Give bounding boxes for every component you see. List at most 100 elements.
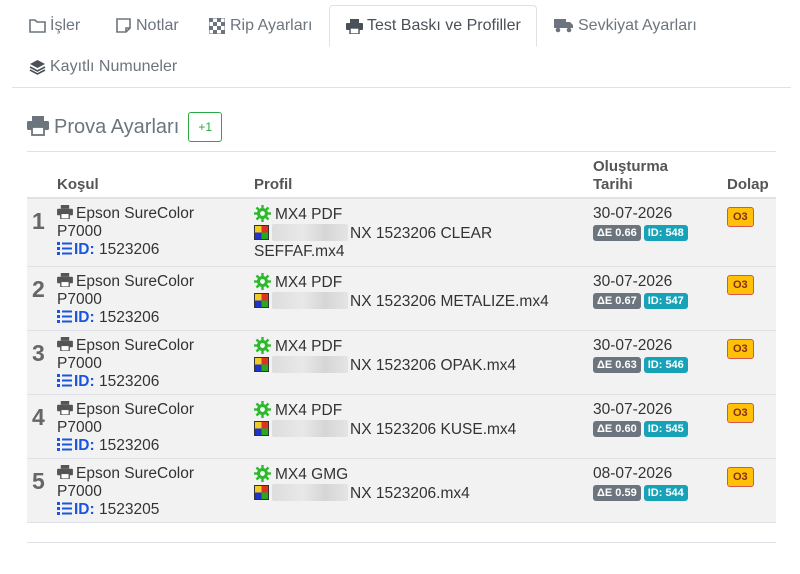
id-badge: ID: 545: [643, 421, 688, 437]
dolap-cell: O3: [727, 403, 754, 423]
printer-icon: [346, 17, 363, 35]
color-profile-icon: [254, 421, 269, 436]
proof-settings-table: Koşul Profil Oluşturma Tarihi Dolap 1 Ep…: [27, 151, 776, 523]
profile-file: NX 1523206 METALIZE.mx4: [350, 293, 549, 310]
table-row[interactable]: 4 Epson SureColor P7000 ID: 1523206 MX4 …: [27, 395, 776, 459]
tarih-cell: 30-07-2026 ΔE 0.66 ID: 548: [593, 205, 723, 241]
dolap-cell: O3: [727, 207, 754, 227]
redacted-text: [272, 484, 348, 501]
table-header: Koşul Profil Oluşturma Tarihi Dolap: [27, 151, 776, 199]
tab-notlar[interactable]: Notlar: [98, 5, 195, 46]
row-index: 2: [32, 276, 45, 302]
id-label: ID:: [74, 373, 95, 390]
list-icon: [57, 374, 72, 387]
id-line: ID: 1523206: [57, 437, 159, 454]
kosul-cell: Epson SureColor P7000 ID: 1523205: [57, 465, 237, 519]
delta-e-badge: ΔE 0.59: [593, 485, 641, 501]
gear-icon: [254, 205, 271, 222]
table-row[interactable]: 2 Epson SureColor P7000 ID: 1523206 MX4 …: [27, 267, 776, 331]
list-icon: [57, 242, 72, 255]
printer-name: Epson SureColor P7000: [57, 273, 195, 308]
profile-type: MX4 GMG: [275, 466, 349, 483]
id-label: ID:: [74, 241, 95, 258]
table-row[interactable]: 5 Epson SureColor P7000 ID: 1523205 MX4 …: [27, 459, 776, 523]
profil-cell: MX4 PDF NX 1523206 CLEAR SEFFAF.mx4: [254, 205, 574, 261]
color-profile-icon: [254, 485, 269, 500]
redacted-text: [272, 224, 348, 241]
layers-icon: [28, 58, 46, 76]
note-icon: [114, 17, 132, 35]
id-badge: ID: 547: [643, 293, 688, 309]
dolap-cell: O3: [727, 275, 754, 295]
divider: [27, 542, 776, 543]
delta-e-badge: ΔE 0.66: [593, 225, 641, 241]
tarih-cell: 30-07-2026 ΔE 0.67 ID: 547: [593, 273, 723, 309]
add-proof-button[interactable]: +1: [188, 112, 223, 142]
truck-icon: [554, 17, 574, 35]
id-value: 1523206: [98, 437, 160, 454]
creation-date: 30-07-2026: [593, 205, 673, 222]
tarih-cell: 30-07-2026 ΔE 0.60 ID: 545: [593, 401, 723, 437]
tab-label: Rip Ayarları: [230, 16, 313, 34]
id-value: 1523205: [98, 501, 160, 518]
printer-name: Epson SureColor P7000: [57, 401, 195, 436]
header-profil: Profil: [254, 176, 293, 193]
checkerboard-icon: [208, 17, 226, 35]
table-row[interactable]: 1 Epson SureColor P7000 ID: 1523206 MX4 …: [27, 199, 776, 267]
id-badge: ID: 548: [643, 225, 688, 241]
id-badge: ID: 544: [643, 485, 688, 501]
tab-label: Sevkiyat Ayarları: [578, 16, 697, 34]
id-line: ID: 1523206: [57, 309, 159, 326]
kosul-cell: Epson SureColor P7000 ID: 1523206: [57, 273, 237, 327]
kosul-cell: Epson SureColor P7000 ID: 1523206: [57, 337, 237, 391]
id-line: ID: 1523205: [57, 501, 159, 518]
tab-rip-ayarlari[interactable]: Rip Ayarları: [192, 5, 328, 46]
tab-label: Kayıtlı Numuneler: [50, 57, 178, 75]
dolap-badge[interactable]: O3: [727, 339, 754, 359]
header-kosul: Koşul: [57, 176, 99, 193]
dolap-badge[interactable]: O3: [727, 467, 754, 487]
redacted-text: [272, 356, 348, 373]
list-icon: [57, 438, 72, 451]
dolap-badge[interactable]: O3: [727, 403, 754, 423]
dolap-cell: O3: [727, 467, 754, 487]
section-title: Prova Ayarları: [54, 115, 180, 138]
tab-kayitli-numuneler[interactable]: Kayıtlı Numuneler: [12, 46, 193, 87]
id-label: ID:: [74, 437, 95, 454]
color-profile-icon: [254, 357, 269, 372]
profile-type: MX4 PDF: [275, 206, 343, 223]
printer-icon: [57, 273, 73, 287]
delta-e-badge: ΔE 0.63: [593, 357, 641, 373]
tab-label: Test Baskı ve Profiller: [367, 17, 521, 34]
dolap-badge[interactable]: O3: [727, 207, 754, 227]
profile-file: NX 1523206 KUSE.mx4: [350, 421, 517, 438]
section-header: Prova Ayarları +1: [27, 112, 223, 142]
profil-cell: MX4 PDF NX 1523206 METALIZE.mx4: [254, 273, 574, 311]
profile-file: NX 1523206.mx4: [350, 485, 470, 502]
id-line: ID: 1523206: [57, 373, 159, 390]
tab-sevkiyat-ayarlari[interactable]: Sevkiyat Ayarları: [538, 5, 713, 46]
gear-icon: [254, 465, 271, 482]
tab-isler[interactable]: İşler: [12, 5, 96, 46]
id-badge: ID: 546: [643, 357, 688, 373]
creation-date: 30-07-2026: [593, 401, 673, 418]
header-tarih: Oluşturma Tarihi: [593, 158, 669, 193]
row-index: 5: [32, 468, 45, 494]
redacted-text: [272, 292, 348, 309]
printer-icon: [57, 337, 73, 351]
printer-icon: [57, 401, 73, 415]
id-value: 1523206: [98, 241, 160, 258]
id-label: ID:: [74, 309, 95, 326]
tab-test-baski-ve-profiller[interactable]: Test Baskı ve Profiller: [329, 5, 537, 47]
creation-date: 30-07-2026: [593, 273, 673, 290]
table-row[interactable]: 3 Epson SureColor P7000 ID: 1523206 MX4 …: [27, 331, 776, 395]
dolap-cell: O3: [727, 339, 754, 359]
gear-icon: [254, 273, 271, 290]
header-dolap: Dolap: [727, 176, 769, 193]
dolap-badge[interactable]: O3: [727, 275, 754, 295]
tab-label: İşler: [50, 16, 81, 34]
profile-type: MX4 PDF: [275, 402, 343, 419]
list-icon: [57, 310, 72, 323]
tarih-cell: 30-07-2026 ΔE 0.63 ID: 546: [593, 337, 723, 373]
creation-date: 08-07-2026: [593, 465, 673, 482]
